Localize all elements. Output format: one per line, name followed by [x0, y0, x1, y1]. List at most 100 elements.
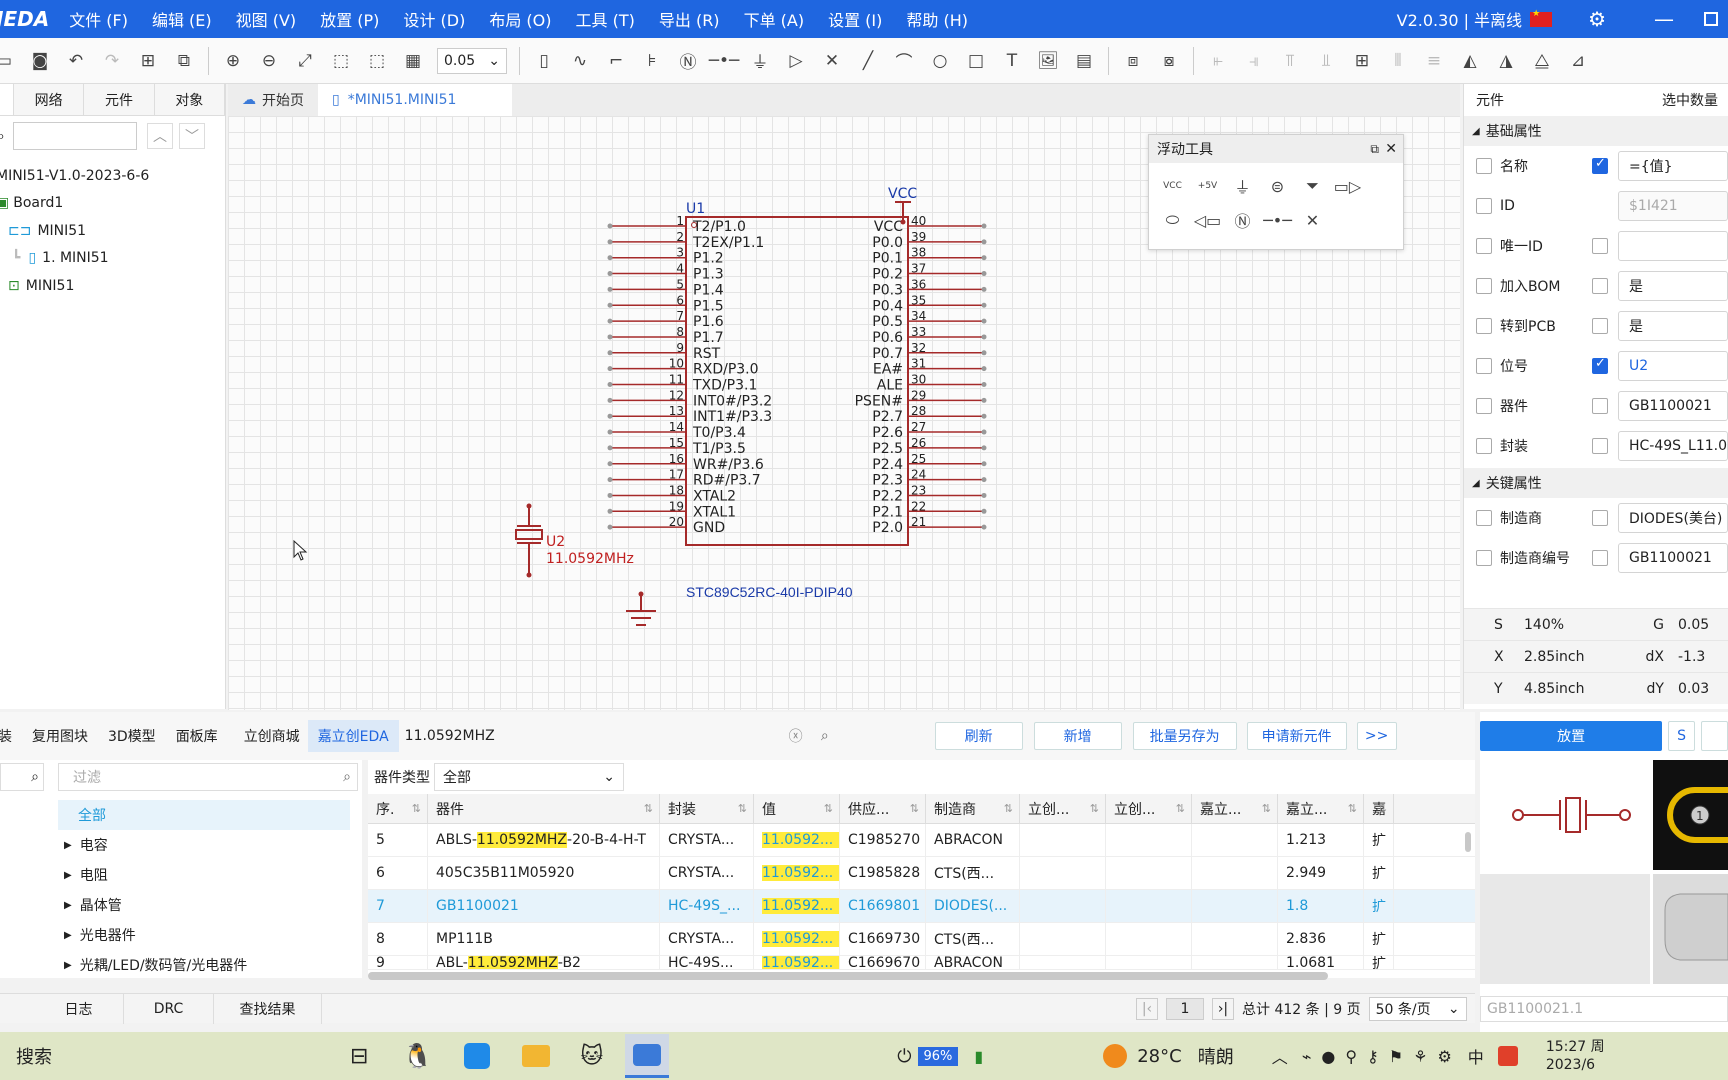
grid-icon[interactable]: ▦: [401, 49, 425, 73]
lib-tab-reuse-block[interactable]: 复用图块: [32, 726, 88, 746]
junction-tool-icon[interactable]: ─•─: [1260, 203, 1295, 237]
add-button[interactable]: 新增: [1033, 722, 1122, 750]
column-header[interactable]: 值: [754, 793, 840, 824]
tab-component[interactable]: 元件: [84, 84, 155, 115]
restore-icon[interactable]: ⧉: [1370, 142, 1379, 157]
task-view-icon[interactable]: ⊟: [350, 1044, 368, 1069]
filter-input[interactable]: 过滤 ⌕: [58, 763, 358, 791]
prop-visible-checkbox[interactable]: [1476, 358, 1492, 374]
tree-search-input[interactable]: [12, 122, 137, 150]
zoom-area-icon[interactable]: ⬚: [329, 49, 353, 73]
fit-view-icon[interactable]: ⤢: [293, 49, 317, 73]
align-grid-icon[interactable]: ⊞: [1350, 49, 1374, 73]
prop-value-input[interactable]: $1I421: [1618, 191, 1728, 221]
plus5v-tool-icon[interactable]: +5V: [1190, 169, 1225, 203]
prop-visible-checkbox[interactable]: [1476, 158, 1492, 174]
battery-icon[interactable]: ▮: [974, 1047, 983, 1066]
category-item[interactable]: ▶ 电阻: [58, 860, 350, 890]
menu-edit[interactable]: 编辑 (E): [152, 7, 212, 31]
vertical-scrollbar[interactable]: [1465, 832, 1471, 852]
clock-time[interactable]: 15:27 周: [1546, 1038, 1605, 1056]
last-page-button[interactable]: ›|: [1212, 998, 1234, 1020]
menu-tools[interactable]: 工具 (T): [576, 7, 635, 31]
component-icon[interactable]: ▯: [532, 49, 556, 73]
tab-network[interactable]: 网络: [14, 84, 85, 115]
prop-value-input[interactable]: HC-49S_L11.0: [1618, 431, 1728, 461]
u1-symbol[interactable]: U1 STC89C52RC-40I-PDIP40 1 T2/P1.0 2 T2EX/P…: [607, 201, 987, 600]
column-header[interactable]: 供应...: [840, 793, 926, 824]
prev-result-button[interactable]: ︿: [146, 123, 173, 149]
no-connect-tool-icon[interactable]: ✕: [1295, 203, 1330, 237]
arc-icon[interactable]: ⌒: [892, 49, 916, 73]
category-all[interactable]: 全部: [58, 800, 350, 830]
category-item[interactable]: ▶ 光耦/LED/数码管/光电器件: [58, 950, 350, 980]
tree-item-schematic[interactable]: ⊏⊐ MINI51: [0, 217, 225, 245]
junction-icon[interactable]: ─•─: [709, 49, 740, 73]
ime-icon[interactable]: 中: [1468, 1044, 1484, 1068]
minimize-icon[interactable]: —: [1654, 7, 1674, 31]
undo-icon[interactable]: ↶: [64, 49, 88, 73]
prop-show-checkbox[interactable]: [1592, 356, 1608, 374]
no-connect-icon[interactable]: ✕: [820, 49, 844, 73]
circle-icon[interactable]: ○: [928, 49, 952, 73]
category-search-input[interactable]: ⌕: [0, 763, 44, 791]
next-result-button[interactable]: ﹀: [178, 123, 205, 149]
prop-show-checkbox[interactable]: [1592, 156, 1608, 174]
prop-value-input[interactable]: 是: [1618, 271, 1728, 301]
mirror-icon[interactable]: ⧋: [1530, 49, 1554, 73]
menu-file[interactable]: 文件 (F): [69, 7, 128, 31]
distribute-h-icon[interactable]: ⫴: [1386, 49, 1410, 73]
column-header[interactable]: 嘉立...: [1278, 793, 1364, 824]
clear-icon[interactable]: ⓧ: [789, 726, 803, 746]
flip-v-icon[interactable]: ◮: [1494, 49, 1518, 73]
prop-show-checkbox[interactable]: [1592, 238, 1608, 254]
lib-tab-jlc[interactable]: 嘉立创EDA: [307, 720, 399, 752]
prop-visible-checkbox[interactable]: [1476, 550, 1492, 566]
maximize-icon[interactable]: [1704, 12, 1718, 26]
table-icon[interactable]: ▤: [1072, 49, 1096, 73]
section-basic[interactable]: ◢ 基础属性: [1464, 116, 1728, 146]
expand-icon[interactable]: ▶: [64, 930, 72, 941]
first-page-button[interactable]: |‹: [1136, 998, 1158, 1020]
page-input[interactable]: 1: [1166, 998, 1204, 1020]
signal-ground-tool-icon[interactable]: ⏷: [1295, 169, 1330, 203]
extra-button[interactable]: [1701, 721, 1728, 751]
prop-show-checkbox[interactable]: [1592, 278, 1608, 294]
prop-value-input[interactable]: GB1100021: [1618, 391, 1728, 421]
column-header[interactable]: 制造商: [926, 793, 1020, 824]
lib-tab-lcsc[interactable]: 立创商城: [244, 726, 300, 746]
taskbar-search[interactable]: 搜索: [16, 1043, 316, 1069]
weather-temp[interactable]: 28°C: [1137, 1046, 1181, 1067]
text-icon[interactable]: T: [1000, 49, 1024, 73]
refresh-button[interactable]: 刷新: [934, 722, 1023, 750]
tab-log[interactable]: 日志: [34, 994, 124, 1024]
distribute-v-icon[interactable]: ≡: [1422, 49, 1446, 73]
bus-entry-icon[interactable]: ⊧: [640, 49, 664, 73]
table-row[interactable]: 5 ABLS- 11.0592MHZ -20-B-4-H-T CRYSTA... 11.0…: [368, 823, 1475, 857]
weather-icon[interactable]: [1103, 1044, 1128, 1068]
column-header[interactable]: 器件: [428, 793, 660, 824]
crystal-symbol[interactable]: U2 11.0592MHz: [515, 503, 634, 578]
expand-icon[interactable]: ▶: [64, 960, 72, 971]
zoom-select-icon[interactable]: ⬚: [365, 49, 389, 73]
prop-show-checkbox[interactable]: [1592, 510, 1608, 526]
library-icon[interactable]: ⧈: [1121, 49, 1145, 73]
zoom-out-icon[interactable]: ⊖: [257, 49, 281, 73]
net-port-icon[interactable]: ▷: [784, 49, 808, 73]
settings-gear-icon[interactable]: ⚙: [1588, 7, 1606, 31]
flip-h-icon[interactable]: ◭: [1458, 49, 1482, 73]
search-icon[interactable]: ⌕: [821, 728, 829, 744]
prop-value-input[interactable]: ={值}: [1618, 151, 1728, 181]
app-s-icon[interactable]: [1497, 1046, 1518, 1066]
lib-tab-panel-lib[interactable]: 面板库: [176, 726, 218, 746]
prop-visible-checkbox[interactable]: [1476, 398, 1492, 414]
net-port-in-tool-icon[interactable]: ◁▭: [1190, 203, 1225, 237]
menu-place[interactable]: 放置 (P): [320, 7, 379, 31]
section-key[interactable]: ◢ 关键属性: [1464, 468, 1728, 498]
battery-indicator[interactable]: 96%: [917, 1046, 959, 1066]
place-button[interactable]: 放置: [1480, 721, 1663, 751]
bus-icon[interactable]: ⌐: [604, 49, 628, 73]
prop-show-checkbox[interactable]: [1592, 550, 1608, 566]
rectangle-icon[interactable]: □: [964, 49, 988, 73]
tab-find-results[interactable]: 查找结果: [214, 994, 322, 1024]
